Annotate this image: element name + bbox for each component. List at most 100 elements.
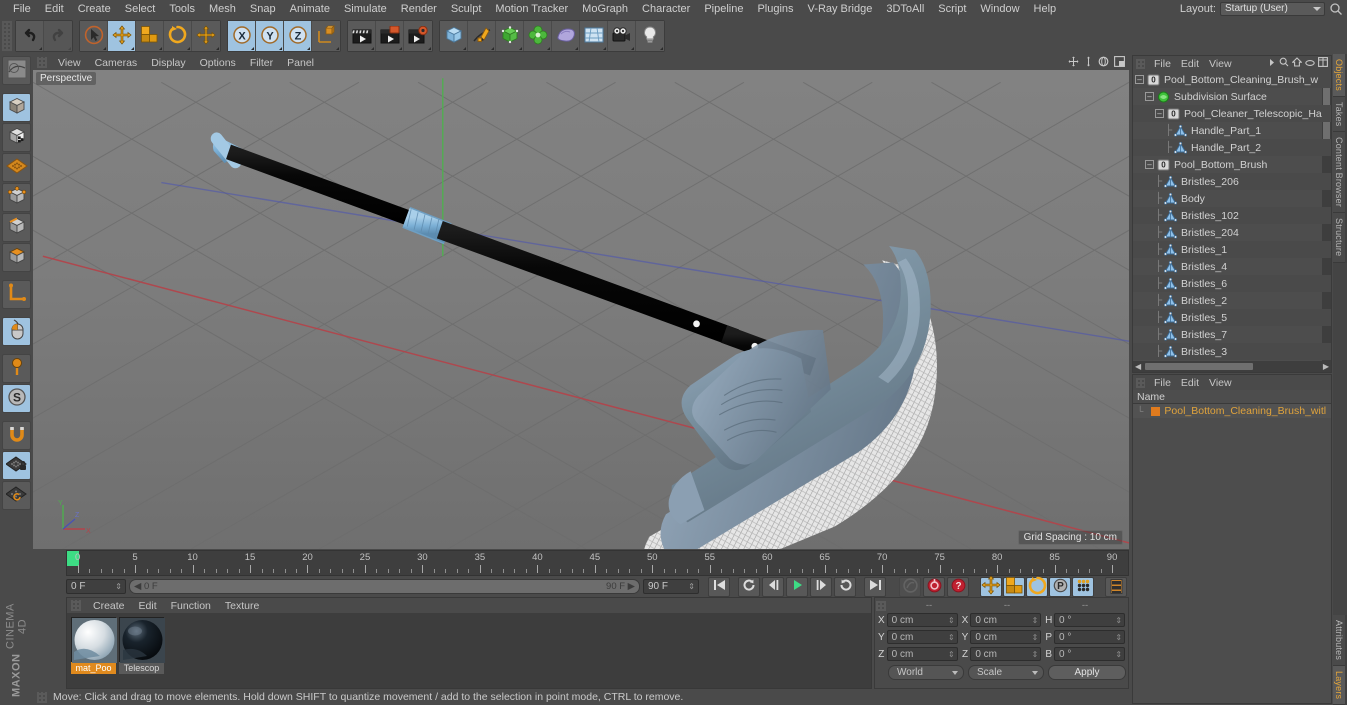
menu-item-motion-tracker[interactable]: Motion Tracker	[488, 0, 575, 18]
menu-item-plugins[interactable]: Plugins	[750, 0, 800, 18]
apply-button[interactable]: Apply	[1048, 665, 1126, 680]
add-spline[interactable]	[468, 21, 496, 51]
object-tree-row[interactable]: ├ Bristles_206	[1133, 173, 1331, 190]
model-mode-tool[interactable]	[2, 93, 31, 122]
object-tree-hscrollbar[interactable]: ◀ ▶	[1133, 361, 1331, 372]
tool-overflow-corner[interactable]	[251, 47, 254, 50]
material-menu-create[interactable]: Create	[86, 600, 132, 612]
tool-overflow-corner[interactable]	[187, 47, 190, 50]
viewport-3d[interactable]: Perspective Y X Z Grid Spacing: 10 cm	[33, 70, 1129, 549]
object-tree-row[interactable]: ├ Bristles_6	[1133, 275, 1331, 292]
tab-takes[interactable]: Takes	[1333, 96, 1345, 133]
preview-range-bar[interactable]: ◀ 0 F 90 F ▶	[129, 579, 640, 594]
menu-item-create[interactable]: Create	[71, 0, 118, 18]
world-object-coords[interactable]	[312, 21, 340, 51]
play-reverse-loop-button[interactable]	[738, 576, 760, 597]
size-x-input[interactable]: 0 cm ⇕	[970, 613, 1042, 627]
goto-end-button[interactable]	[864, 576, 886, 597]
object-tree-row[interactable]: –0 Pool_Cleaner_Telescopic_Ha	[1133, 105, 1331, 122]
material-menu-function[interactable]: Function	[164, 600, 218, 612]
viewport-menu-display[interactable]: Display	[144, 57, 192, 69]
size-y-input[interactable]: 0 cm ⇕	[970, 630, 1042, 644]
tool-overflow-corner[interactable]	[279, 47, 282, 50]
spinner-icon[interactable]: ⇕	[1032, 650, 1039, 659]
object-tree[interactable]: –0 Pool_Bottom_Cleaning_Brush_w – Subdivisi…	[1133, 71, 1331, 361]
object-tree-row[interactable]: ├ Bristles_102	[1133, 207, 1331, 224]
loop-button[interactable]	[834, 576, 856, 597]
lock-y-axis[interactable]: Y	[256, 21, 284, 51]
menu-item-window[interactable]: Window	[973, 0, 1026, 18]
lock-z-axis[interactable]: Z	[284, 21, 312, 51]
tool-overflow-corner[interactable]	[131, 47, 134, 50]
magnet-tool[interactable]	[2, 421, 31, 450]
layer-color-swatch[interactable]	[1151, 406, 1161, 416]
enable-axis-tool[interactable]	[2, 354, 31, 383]
ellipse-icon[interactable]	[1305, 58, 1315, 70]
coord-system-dropdown[interactable]: World	[888, 665, 964, 680]
record-active-objects-button[interactable]	[923, 576, 945, 597]
tab-structure[interactable]: Structure	[1333, 213, 1345, 263]
material-menu-grip[interactable]	[71, 600, 81, 611]
tool-overflow-corner[interactable]	[428, 47, 431, 50]
menu-item-edit[interactable]: Edit	[38, 0, 71, 18]
viewport-menu-filter[interactable]: Filter	[243, 57, 280, 69]
position-z-input[interactable]: 0 cm ⇕	[886, 647, 958, 661]
add-scene[interactable]	[580, 21, 608, 51]
tool-overflow-corner[interactable]	[68, 47, 71, 50]
home-icon[interactable]	[1291, 57, 1303, 70]
menu-item-file[interactable]: File	[6, 0, 38, 18]
search-icon[interactable]	[1279, 57, 1289, 70]
spinner-icon[interactable]: ⇕	[115, 582, 122, 591]
object-tree-row[interactable]: – Subdivision Surface	[1133, 88, 1331, 105]
rotation-p-input[interactable]: 0 ° ⇕	[1054, 630, 1126, 644]
add-light[interactable]	[636, 21, 664, 51]
step-back-button[interactable]	[762, 576, 784, 597]
spinner-icon[interactable]: ⇕	[1032, 616, 1039, 625]
spinner-icon[interactable]: ⇕	[1115, 616, 1122, 625]
menu-item-render[interactable]: Render	[394, 0, 444, 18]
menu-item-tools[interactable]: Tools	[162, 0, 202, 18]
scroll-thumb[interactable]	[1145, 363, 1253, 370]
move-alt-tool[interactable]	[192, 21, 220, 51]
undo-button[interactable]	[16, 21, 44, 51]
position-x-input[interactable]: 0 cm ⇕	[886, 613, 958, 627]
menu-item-character[interactable]: Character	[635, 0, 697, 18]
pan-icon[interactable]	[1068, 56, 1079, 70]
end-frame-field[interactable]: 90 F ⇕	[643, 579, 699, 594]
maximize-icon[interactable]	[1114, 56, 1125, 70]
status-bar-grip[interactable]	[37, 691, 47, 703]
object-manager-menu-view[interactable]: View	[1204, 58, 1237, 70]
object-tree-row[interactable]: –0 Pool_Bottom_Cleaning_Brush_w	[1133, 71, 1331, 88]
render-region-button[interactable]	[376, 21, 404, 51]
object-tree-row[interactable]: ├ Bristles_2	[1133, 292, 1331, 309]
viewport-solo-tool[interactable]	[2, 317, 31, 346]
tool-overflow-corner[interactable]	[575, 47, 578, 50]
object-manager-menu-file[interactable]: File	[1149, 58, 1176, 70]
tool-overflow-corner[interactable]	[336, 47, 339, 50]
tool-overflow-corner[interactable]	[519, 47, 522, 50]
tool-overflow-corner[interactable]	[307, 47, 310, 50]
object-tree-row[interactable]: ├ Bristles_7	[1133, 326, 1331, 343]
rotation-h-input[interactable]: 0 ° ⇕	[1054, 613, 1126, 627]
layer-manager-grip[interactable]	[1136, 377, 1145, 388]
object-tree-row[interactable]: ├ Bristles_5	[1133, 309, 1331, 326]
current-frame-field[interactable]: 0 F ⇕	[66, 579, 126, 594]
spinner-icon[interactable]: ⇕	[1115, 633, 1122, 642]
material-item[interactable]: Telescop	[119, 617, 165, 684]
goto-start-button[interactable]	[708, 576, 730, 597]
orbit-icon[interactable]	[1098, 56, 1109, 70]
tree-expander[interactable]: –	[1155, 109, 1164, 118]
polygon-mode-tool[interactable]	[2, 243, 31, 272]
timeline-toggle-button[interactable]	[1105, 576, 1127, 597]
viewport-menu-cameras[interactable]: Cameras	[88, 57, 145, 69]
material-item[interactable]: mat_Poo	[71, 617, 117, 684]
tool-overflow-corner[interactable]	[547, 47, 550, 50]
object-tree-row[interactable]: ├ Handle_Part_2	[1133, 139, 1331, 156]
size-z-input[interactable]: 0 cm ⇕	[970, 647, 1042, 661]
tab-content-browser[interactable]: Content Browser	[1333, 132, 1345, 214]
toolbar-grip[interactable]	[2, 21, 12, 51]
tool-overflow-corner[interactable]	[159, 47, 162, 50]
tool-overflow-corner[interactable]	[631, 47, 634, 50]
position-key-button[interactable]	[980, 575, 1002, 597]
menu-item-v-ray-bridge[interactable]: V-Ray Bridge	[801, 0, 880, 18]
